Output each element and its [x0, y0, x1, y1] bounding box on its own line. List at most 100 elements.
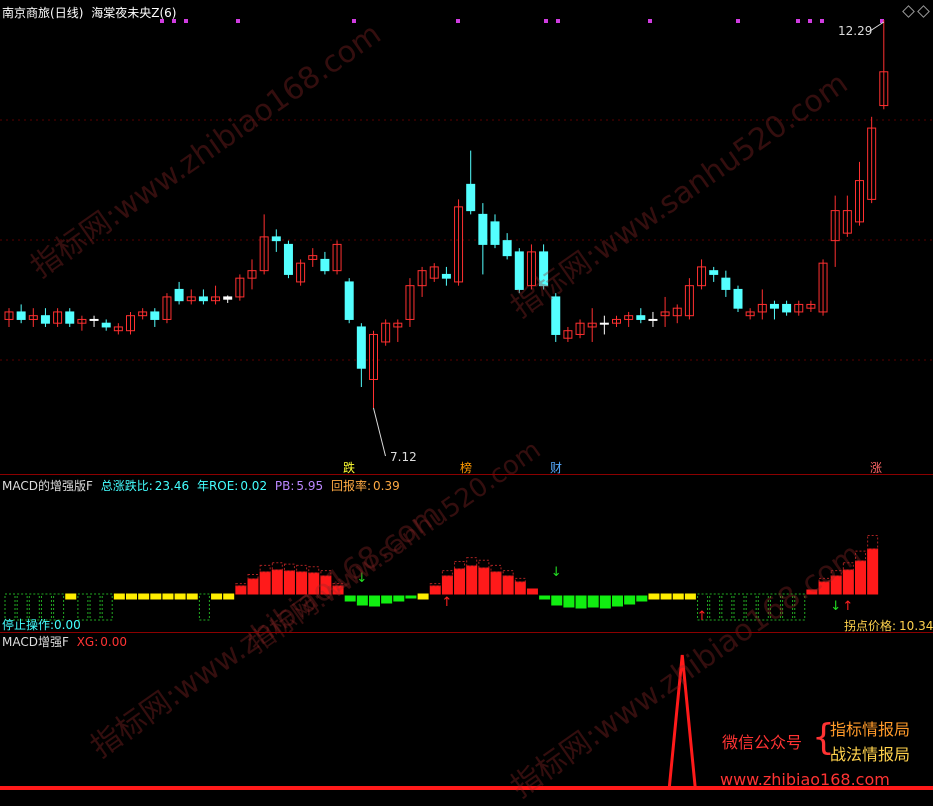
macd-bar [113, 593, 125, 600]
macd-shadow [271, 562, 283, 571]
macd-bar [77, 593, 89, 621]
macd-bar [867, 548, 879, 595]
period-label[interactable]: (日线) [50, 6, 83, 20]
macd-bar [684, 593, 696, 600]
macd-title[interactable]: MACD的增强版F [2, 479, 93, 493]
macd-bar [211, 593, 223, 600]
macd-bar [855, 560, 866, 595]
macd-bar [53, 593, 65, 621]
signal-dot [544, 19, 548, 23]
macd-bar [247, 578, 259, 595]
candle-body [599, 322, 609, 325]
candle-body [174, 288, 184, 302]
op-stop-label: 停止操作: [2, 618, 55, 632]
candle-body [65, 311, 75, 324]
macd-bar [369, 595, 380, 607]
macd-bar [259, 571, 271, 595]
macd-bar [818, 581, 830, 595]
candle-body [198, 296, 208, 302]
signal-dot [556, 19, 560, 23]
macd-bar [490, 571, 502, 595]
stat-return-value: 0.39 [373, 479, 400, 493]
candle-body [721, 277, 731, 290]
candle-body [16, 311, 26, 320]
stock-name[interactable]: 南京商旅 [2, 6, 50, 20]
macd-bar [429, 585, 441, 595]
price-panel-header: 南京商旅(日线) 海棠夜未央Z(6) [2, 6, 176, 20]
marker-zhang: 涨 [870, 461, 883, 475]
macd-shadow [429, 583, 441, 587]
candle-body [733, 288, 743, 309]
macd-shadow [296, 564, 308, 573]
macd-bar [478, 567, 490, 595]
candle-body [150, 311, 160, 320]
macd-shadow [441, 570, 453, 577]
marker-cai: 财 [550, 461, 563, 475]
op-stop-value: 0.00 [54, 618, 81, 632]
macd-bar [782, 593, 794, 621]
candle-body [320, 258, 330, 272]
macd-shadow [320, 570, 332, 577]
candle-body [466, 183, 476, 212]
macd-bar [235, 585, 247, 595]
up-arrow-icon: ↑ [441, 595, 452, 610]
signal-dot [820, 19, 824, 23]
macd-bar [551, 595, 563, 606]
macd-bar [417, 593, 429, 600]
macd-bar [198, 593, 210, 621]
candle-body [636, 315, 646, 320]
macd-shadow [283, 563, 295, 572]
stat-total-label: 总涨跌比: [100, 479, 153, 493]
high-price-label: 12.29 [838, 24, 873, 38]
candle-body [223, 296, 233, 300]
macd-bar [612, 595, 623, 607]
candle-body [490, 221, 500, 245]
marker-bang: 榜 [460, 461, 473, 475]
promo-wechat: 微信公众号 [722, 733, 803, 752]
macd-shadow [332, 583, 344, 587]
down-arrow-icon: ↓ [356, 571, 367, 586]
macd-bar [186, 593, 198, 600]
macd-shadow [514, 577, 526, 583]
macd-bar [28, 593, 40, 621]
macd-bar [283, 570, 295, 595]
candle-body [514, 251, 524, 290]
macd-bar [757, 593, 769, 621]
low-price-label: 7.12 [390, 450, 417, 464]
macd-bar [150, 593, 162, 600]
macd-bar [514, 581, 526, 595]
macd-bar [441, 575, 453, 595]
marker-die: 跌 [343, 461, 356, 475]
macd-bar [454, 568, 466, 595]
indicator-name[interactable]: 海棠夜未央Z(6) [91, 6, 176, 20]
candle-body [441, 273, 451, 279]
promo-url[interactable]: www.zhibiao168.com [720, 771, 890, 789]
macd-bar [563, 595, 575, 608]
macd-bar [393, 595, 405, 602]
stat-pb-label: PB: [274, 479, 295, 493]
macd-bar [466, 565, 478, 595]
macd-bar [356, 595, 368, 606]
macd-bar [296, 571, 308, 595]
macd-bar [587, 595, 599, 608]
macd-shadow [466, 557, 478, 567]
candle-body [551, 296, 561, 335]
macd-bar [126, 593, 137, 600]
macd-bar [769, 593, 781, 621]
chart-canvas[interactable]: ↓ ↓↑↑↓ ↑ [0, 0, 933, 797]
macd-enhanced-header: MACD增强F XG: 0.00 [2, 635, 127, 649]
macd-shadow [259, 564, 271, 573]
macd-enhanced-title[interactable]: MACD增强F [2, 635, 69, 649]
candle-body [40, 315, 50, 324]
stat-return-label: 回报率: [330, 479, 372, 493]
macd-shadow [247, 574, 259, 580]
macd-bar [648, 593, 660, 600]
stat-roe-value: 0.02 [240, 479, 268, 493]
signal-dot [184, 19, 188, 23]
macd-shadow [855, 550, 866, 562]
macd-bar [526, 588, 538, 595]
candle-body [271, 236, 281, 242]
macd-bar [89, 593, 101, 621]
candle-body [89, 318, 99, 321]
macd-bar [539, 595, 551, 600]
